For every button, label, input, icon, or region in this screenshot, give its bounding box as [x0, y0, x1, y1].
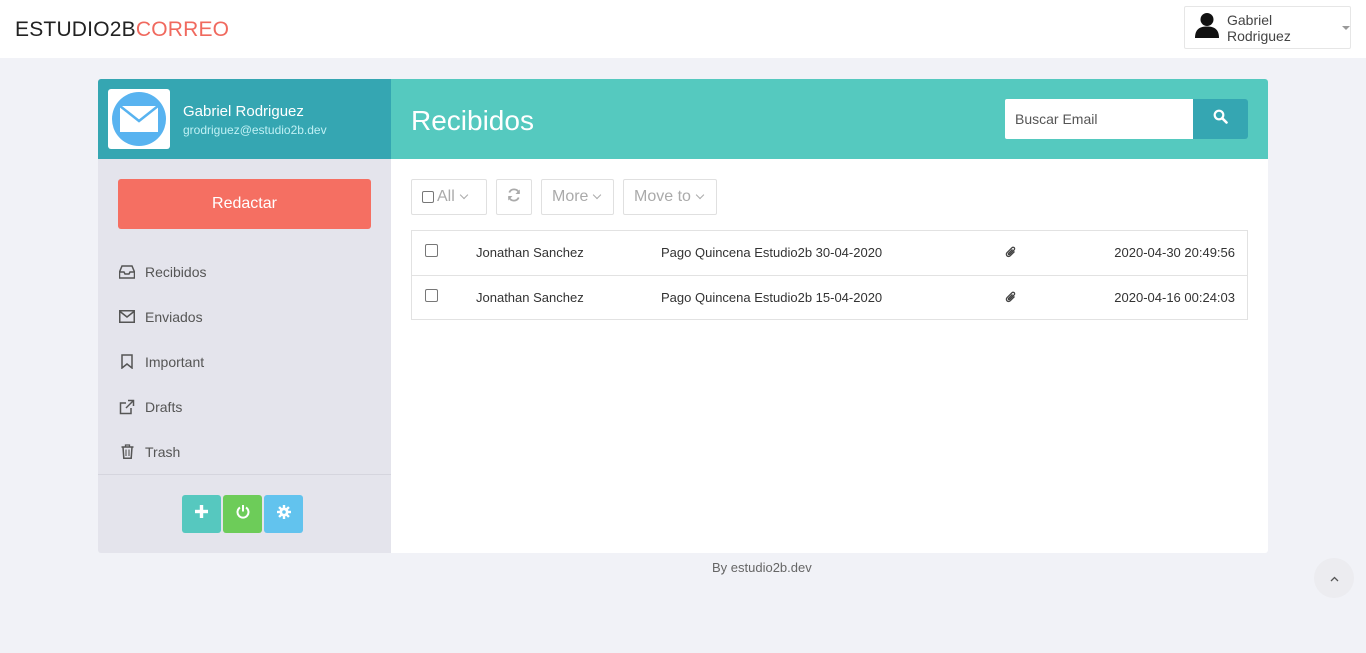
move-to-dropdown[interactable]: Move to	[623, 179, 717, 215]
plus-icon	[195, 505, 208, 523]
table-row[interactable]: Jonathan Sanchez Pago Quincena Estudio2b…	[412, 275, 1247, 319]
sidebar-item-label: Recibidos	[145, 263, 207, 280]
trash-icon	[118, 443, 136, 461]
gear-icon	[276, 504, 291, 524]
search-input[interactable]	[1005, 99, 1193, 139]
select-all-checkbox[interactable]	[422, 191, 434, 203]
more-dropdown[interactable]: More	[541, 179, 614, 215]
brand-part1: ESTUDIO2B	[15, 18, 136, 41]
brand-part2: CORREO	[135, 18, 230, 41]
refresh-icon	[507, 188, 521, 207]
mail-toolbar: All More Move to	[411, 179, 726, 215]
brand-logo[interactable]: ESTUDIO2BCORREO	[15, 18, 229, 42]
user-menu-dropdown[interactable]: Gabriel Rodriguez	[1184, 6, 1351, 49]
profile-panel: Gabriel Rodriguez grodriguez@estudio2b.d…	[98, 79, 391, 159]
row-checkbox[interactable]	[425, 244, 438, 257]
sidebar-item-label: Enviados	[145, 308, 203, 325]
sidebar-item-enviados[interactable]: Enviados	[98, 294, 391, 339]
sidebar-item-recibidos[interactable]: Recibidos	[98, 249, 391, 294]
mail-folder-nav: Recibidos Enviados Important Drafts Tras…	[98, 249, 391, 474]
mail-date: 2020-04-30 20:49:56	[1114, 245, 1235, 260]
profile-name: Gabriel Rodriguez	[183, 103, 304, 120]
top-navbar: ESTUDIO2BCORREO Gabriel Rodriguez	[0, 0, 1366, 58]
sidebar-divider	[98, 474, 391, 475]
user-icon	[1195, 12, 1219, 43]
sidebar-item-drafts[interactable]: Drafts	[98, 384, 391, 429]
main-panel: Recibidos All More Move to	[391, 79, 1268, 553]
sidebar-item-label: Trash	[145, 443, 181, 460]
envelope-icon	[118, 308, 136, 326]
mail-subject: Pago Quincena Estudio2b 15-04-2020	[661, 290, 883, 305]
mail-sender: Jonathan Sanchez	[476, 290, 584, 305]
sidebar-item-label: Drafts	[145, 398, 183, 415]
sidebar-action-buttons	[182, 495, 303, 533]
sidebar-item-label: Important	[145, 353, 205, 370]
sidebar-item-important[interactable]: Important	[98, 339, 391, 384]
mail-date: 2020-04-16 00:24:03	[1114, 290, 1235, 305]
chevron-down-icon	[695, 190, 705, 200]
add-button[interactable]	[182, 495, 221, 533]
select-all-label: All	[437, 188, 455, 205]
user-menu-name: Gabriel Rodriguez	[1227, 11, 1291, 44]
bookmark-icon	[118, 353, 136, 371]
logout-button[interactable]	[223, 495, 262, 533]
sidebar-item-trash[interactable]: Trash	[98, 429, 391, 474]
footer-credit: By estudio2b.dev	[712, 560, 812, 575]
avatar	[108, 89, 170, 149]
main-header: Recibidos	[391, 79, 1268, 159]
chevron-up-icon	[1330, 569, 1339, 587]
inbox-icon	[118, 263, 136, 281]
paperclip-icon	[1005, 290, 1017, 306]
select-all-dropdown[interactable]: All	[411, 179, 487, 215]
move-to-label: Move to	[634, 188, 691, 205]
mail-list: Jonathan Sanchez Pago Quincena Estudio2b…	[411, 230, 1248, 320]
chevron-down-icon	[593, 190, 602, 200]
envelope-icon	[112, 92, 166, 146]
mail-subject: Pago Quincena Estudio2b 30-04-2020	[661, 245, 883, 260]
scroll-to-top-button[interactable]	[1314, 558, 1354, 598]
compose-button[interactable]: Redactar	[118, 179, 371, 229]
page-title: Recibidos	[411, 105, 534, 136]
settings-button[interactable]	[264, 495, 303, 533]
profile-email: grodriguez@estudio2b.dev	[183, 123, 327, 137]
refresh-button[interactable]	[496, 179, 532, 215]
mail-sender: Jonathan Sanchez	[476, 245, 584, 260]
paperclip-icon	[1005, 245, 1017, 261]
table-row[interactable]: Jonathan Sanchez Pago Quincena Estudio2b…	[412, 231, 1247, 275]
more-label: More	[552, 188, 589, 205]
search-button[interactable]	[1193, 99, 1248, 139]
power-icon	[236, 504, 250, 524]
chevron-down-icon	[459, 190, 469, 200]
caret-down-icon	[1342, 25, 1350, 30]
sidebar: Gabriel Rodriguez grodriguez@estudio2b.d…	[98, 79, 391, 553]
external-link-icon	[118, 398, 136, 416]
row-checkbox[interactable]	[425, 289, 438, 302]
search-icon	[1213, 109, 1228, 129]
